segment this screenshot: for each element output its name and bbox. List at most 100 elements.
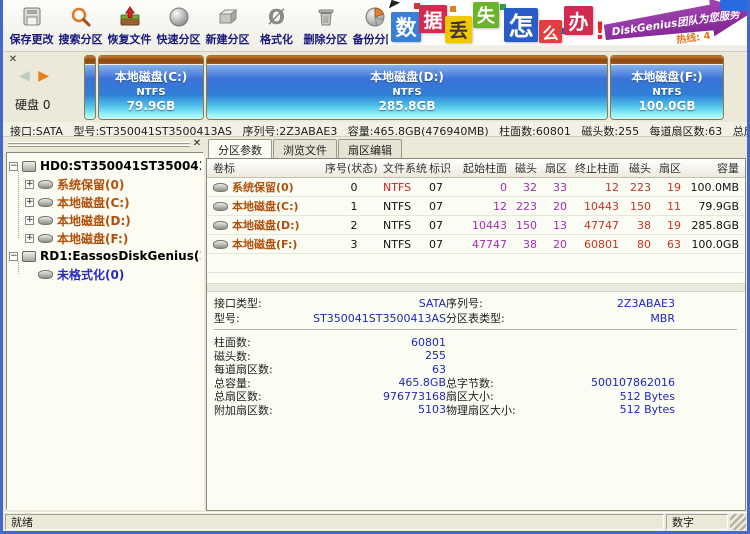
disk-details: 接口类型: SATA 序列号: 2Z3ABAE3 型号: ST350041ST3… bbox=[207, 292, 745, 415]
start-sector-cell: 20 bbox=[537, 238, 567, 251]
table-row[interactable]: 本地磁盘(D:) 2 NTFS 07 10443 150 13 47747 38… bbox=[207, 216, 745, 235]
tree-panel: ✕ − HD0:ST350041ST3500413AS (46 + 系统保留(0… bbox=[3, 137, 206, 512]
end-head-cell: 38 bbox=[619, 219, 651, 232]
detail-value: SATA bbox=[306, 297, 446, 310]
expand-icon[interactable]: + bbox=[25, 198, 34, 207]
start-sector-cell: 13 bbox=[537, 219, 567, 232]
format-button[interactable]: Ø 格式化 bbox=[252, 2, 301, 50]
expand-icon[interactable]: + bbox=[25, 234, 34, 243]
tree-item-disk-c[interactable]: + 本地磁盘(C:) bbox=[25, 193, 201, 211]
quick-partition-button[interactable]: 快速分区 bbox=[154, 2, 203, 50]
partition-type-strip bbox=[99, 56, 203, 65]
table-row[interactable]: 系统保留(0) 0 NTFS 07 0 32 33 12 223 19 100.… bbox=[207, 178, 745, 197]
partition-size: 100.0GB bbox=[639, 99, 696, 115]
volume-cell: 系统保留(0) bbox=[213, 179, 325, 195]
start-head-cell: 32 bbox=[507, 181, 537, 194]
tree-item-system-reserved[interactable]: + 系统保留(0) bbox=[25, 175, 201, 193]
tree-item-hd0[interactable]: − HD0:ST350041ST3500413AS (46 bbox=[9, 157, 201, 175]
partition-type-strip bbox=[611, 56, 723, 65]
delete-partition-button[interactable]: 删除分区 bbox=[301, 2, 350, 50]
collapse-icon[interactable]: − bbox=[9, 252, 18, 261]
tree-item-label: 未格式化(0) bbox=[57, 266, 124, 283]
start-head-cell: 150 bbox=[507, 219, 537, 232]
filesystem-cell: NTFS bbox=[383, 200, 429, 213]
panel-grip[interactable]: ✕ bbox=[8, 140, 190, 151]
number-cell: 1 bbox=[325, 200, 383, 213]
partition-block-system-reserved[interactable] bbox=[84, 55, 96, 120]
disk-icon bbox=[22, 161, 36, 172]
partition-block-d[interactable]: 本地磁盘(D:) NTFS 285.8GB bbox=[206, 55, 608, 120]
tree-item-label: RD1:EassosDiskGenius(15GB) bbox=[40, 249, 201, 263]
detail-value: 512 Bytes bbox=[578, 403, 737, 416]
banner-tile: 数 bbox=[391, 12, 421, 42]
save-changes-button[interactable]: 保存更改 bbox=[7, 2, 56, 50]
end-sector-cell: 63 bbox=[651, 238, 681, 251]
tab-sector-edit[interactable]: 扇区编辑 bbox=[338, 139, 402, 158]
partition-block-f[interactable]: 本地磁盘(F:) NTFS 100.0GB bbox=[610, 55, 724, 120]
partition-icon bbox=[38, 234, 53, 243]
new-partition-button[interactable]: 新建分区 bbox=[203, 2, 252, 50]
numlock-indicator: 数字 bbox=[666, 514, 728, 530]
partition-type-strip bbox=[85, 56, 95, 65]
expand-icon[interactable]: + bbox=[25, 216, 34, 225]
col-start-cylinder: 起始柱面 bbox=[459, 160, 507, 176]
table-row[interactable]: 本地磁盘(F:) 3 NTFS 07 47747 38 20 60801 80 … bbox=[207, 235, 745, 254]
filesystem-cell: NTFS bbox=[383, 181, 429, 194]
partition-filesystem: NTFS bbox=[652, 86, 681, 99]
expander-spacer bbox=[25, 270, 34, 279]
banner-tile: 么 bbox=[539, 20, 562, 43]
partition-icon bbox=[38, 216, 53, 225]
start-head-cell: 223 bbox=[507, 200, 537, 213]
tree-item-label: 本地磁盘(D:) bbox=[57, 212, 131, 229]
save-changes-icon bbox=[21, 4, 43, 30]
end-sector-cell: 19 bbox=[651, 181, 681, 194]
tree-item-unformatted[interactable]: 未格式化(0) bbox=[25, 265, 201, 283]
end-head-cell: 150 bbox=[619, 200, 651, 213]
ad-banner[interactable]: 数 据 丢 失 怎 么 办 ! DiskGenius团队为您服务 热线: 4 bbox=[388, 0, 747, 45]
tree-item-label: 本地磁盘(C:) bbox=[57, 194, 130, 211]
tree-item-disk-d[interactable]: + 本地磁盘(D:) bbox=[25, 211, 201, 229]
status-bar: 就绪 数字 bbox=[3, 512, 747, 531]
partition-tree: − HD0:ST350041ST3500413AS (46 + 系统保留(0) … bbox=[6, 152, 204, 510]
col-end-head: 磁头 bbox=[619, 160, 651, 176]
partition-params-content: 卷标 序号(状态) 文件系统 标识 起始柱面 磁头 扇区 终止柱面 磁头 扇区 … bbox=[206, 158, 746, 511]
detail-label: 物理扇区大小: bbox=[446, 402, 578, 418]
search-partition-button[interactable]: 搜索分区 bbox=[56, 2, 105, 50]
number-cell: 3 bbox=[325, 238, 383, 251]
table-row[interactable]: 本地磁盘(C:) 1 NTFS 07 12 223 20 10443 150 1… bbox=[207, 197, 745, 216]
next-disk-arrow-icon[interactable]: ▶ bbox=[38, 68, 51, 84]
start-sector-cell: 20 bbox=[537, 200, 567, 213]
capacity-cell: 285.8GB bbox=[681, 219, 739, 232]
close-icon[interactable]: ✕ bbox=[7, 54, 19, 66]
col-filesystem: 文件系统 bbox=[383, 160, 429, 176]
delete-partition-label: 删除分区 bbox=[304, 31, 348, 47]
confetti-deco bbox=[450, 6, 456, 12]
expand-icon[interactable]: + bbox=[25, 180, 34, 189]
end-cylinder-cell: 47747 bbox=[567, 219, 619, 232]
recover-files-button[interactable]: 恢复文件 bbox=[105, 2, 154, 50]
detail-label: 型号: bbox=[214, 310, 306, 326]
tree-item-disk-f[interactable]: + 本地磁盘(F:) bbox=[25, 229, 201, 247]
tab-browse-files[interactable]: 浏览文件 bbox=[273, 139, 337, 158]
partition-icon bbox=[38, 270, 53, 279]
prev-disk-arrow-icon[interactable]: ◀ bbox=[19, 68, 32, 84]
tree-item-label: HD0:ST350041ST3500413AS (46 bbox=[40, 159, 201, 173]
collapse-icon[interactable]: − bbox=[9, 162, 18, 171]
close-icon[interactable]: ✕ bbox=[191, 138, 203, 150]
tab-bar: 分区参数 浏览文件 扇区编辑 bbox=[208, 139, 747, 158]
detail-value: 500107862016 bbox=[578, 376, 737, 389]
detail-value: 2Z3ABAE3 bbox=[578, 297, 737, 310]
detail-label: 接口类型: bbox=[214, 295, 306, 311]
tree-item-label: 本地磁盘(F:) bbox=[57, 230, 128, 247]
cursor-deco-icon bbox=[389, 0, 400, 11]
tab-partition-params[interactable]: 分区参数 bbox=[208, 139, 272, 158]
tree-item-rd1[interactable]: − RD1:EassosDiskGenius(15GB) bbox=[9, 247, 201, 265]
start-cylinder-cell: 12 bbox=[459, 200, 507, 213]
section-divider-band bbox=[207, 283, 745, 292]
detail-row: 附加扇区数: 5103 物理扇区大小: 512 Bytes bbox=[214, 402, 737, 416]
detail-value: 5103 bbox=[306, 403, 446, 416]
partition-block-c[interactable]: 本地磁盘(C:) NTFS 79.9GB bbox=[98, 55, 204, 120]
detail-value: ST350041ST3500413AS bbox=[306, 312, 446, 325]
number-cell: 2 bbox=[325, 219, 383, 232]
resize-grip[interactable] bbox=[730, 514, 746, 530]
